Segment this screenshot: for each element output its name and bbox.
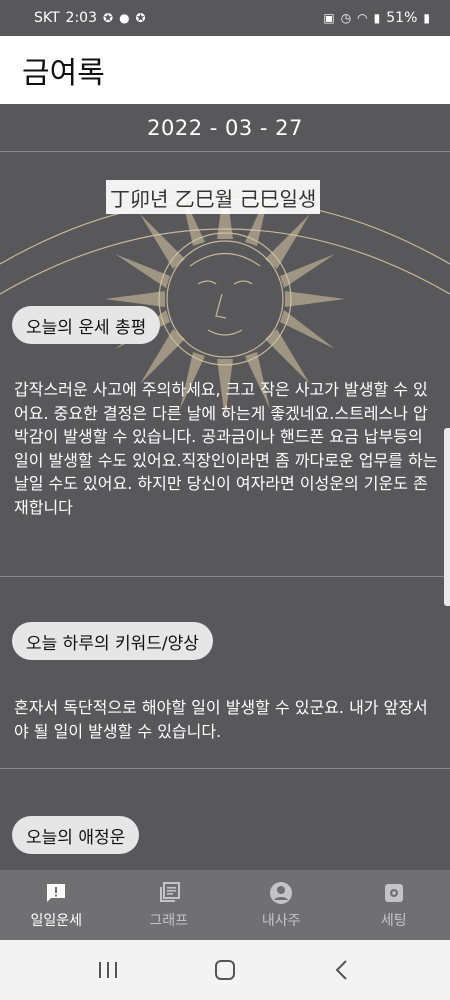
- notification-icon-2: ✪: [135, 11, 146, 25]
- settings-gear-icon: [381, 880, 407, 906]
- signal-icon: ▮: [373, 11, 381, 25]
- back-chevron-icon: [335, 960, 347, 980]
- recent-apps-icon: [99, 962, 118, 978]
- scrollbar-thumb[interactable]: [444, 428, 450, 606]
- divider: [0, 576, 450, 577]
- chat-bubble-icon: ●: [119, 11, 130, 25]
- status-left: SKT 2:03 ✪ ● ✪: [34, 10, 146, 26]
- section-title-keyword: 오늘 하루의 키워드/양상: [12, 622, 213, 660]
- status-time: 2:03: [65, 10, 97, 26]
- recent-apps-button[interactable]: [88, 950, 128, 990]
- birth-ganji-label: 丁卯년 乙巳월 己巳일생: [106, 180, 321, 214]
- alert-message-icon: [43, 880, 69, 906]
- nav-label: 세팅: [380, 913, 407, 929]
- status-right: ▣ ◷ ◠ ▮ 51% ▮: [323, 10, 430, 26]
- section-title-overall: 오늘의 운세 총평: [12, 306, 161, 344]
- fortune-date: 2022 - 03 - 27: [147, 116, 303, 140]
- system-navigation-bar: [0, 940, 450, 1000]
- section-body-overall: 갑작스러운 사고에 주의하세요, 크고 작은 사고가 발생할 수 있어요. 중요…: [14, 380, 438, 517]
- section-body-keyword: 혼자서 독단적으로 해야할 일이 발생할 수 있군요. 내가 앞장서야 될 일이…: [14, 698, 428, 741]
- battery-icon: ▮: [423, 11, 430, 25]
- nav-label: 일일운세: [30, 913, 83, 929]
- status-bar: SKT 2:03 ✪ ● ✪ ▣ ◷ ◠ ▮ 51% ▮: [0, 0, 450, 36]
- app-title: 금여록: [22, 56, 105, 91]
- battery-percent: 51%: [386, 10, 418, 26]
- nav-item-daily-fortune[interactable]: 일일운세: [0, 870, 113, 940]
- bottom-navigation: 일일운세 그래프 내사주 세팅: [0, 870, 450, 940]
- back-button[interactable]: [322, 950, 362, 990]
- library-books-icon: [156, 880, 182, 906]
- home-icon: [214, 960, 235, 980]
- nav-item-graph[interactable]: 그래프: [113, 870, 226, 940]
- nav-label: 내사주: [261, 913, 301, 929]
- nav-item-settings[interactable]: 세팅: [338, 870, 450, 940]
- home-button[interactable]: [205, 950, 245, 990]
- nav-item-my-saju[interactable]: 내사주: [225, 870, 338, 940]
- carrier-label: SKT: [34, 10, 60, 26]
- divider: [0, 151, 450, 152]
- divider: [0, 768, 450, 769]
- account-circle-icon: [268, 880, 294, 906]
- app-bar: 금여록: [0, 36, 450, 104]
- alarm-icon: ◷: [340, 11, 352, 25]
- fortune-content[interactable]: 2022 - 03 - 27 丁卯년 乙巳월 己巳일생 오늘의 운세 총평 갑작…: [0, 104, 450, 870]
- nav-label: 그래프: [149, 913, 189, 929]
- section-title-love: 오늘의 애정운: [12, 816, 140, 854]
- lock-icon: ▣: [323, 11, 335, 25]
- wifi-icon: ◠: [357, 11, 368, 25]
- notification-icon: ✪: [103, 11, 114, 25]
